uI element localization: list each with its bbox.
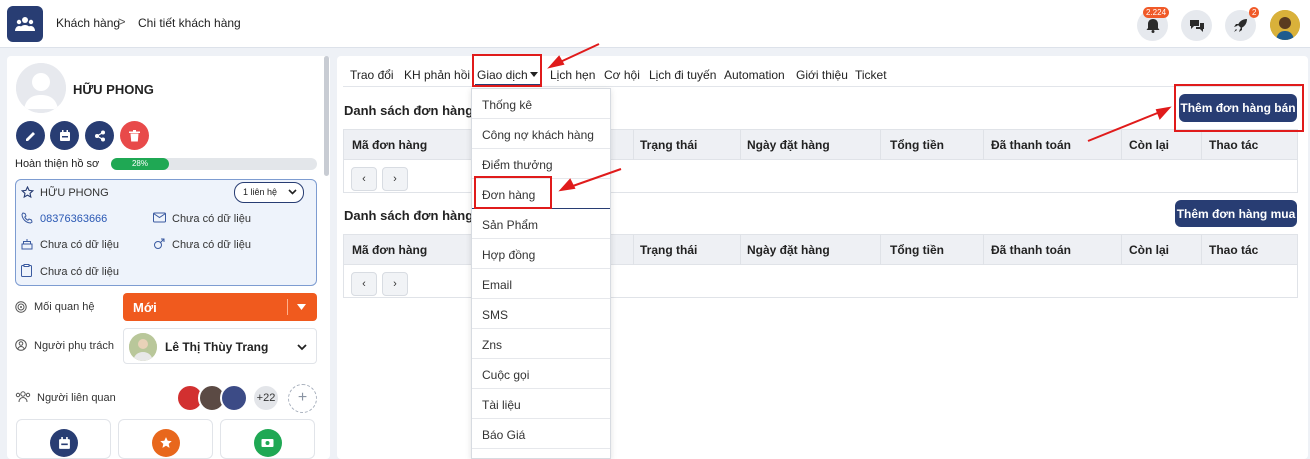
annotation-arrows: [547, 43, 1172, 192]
arrow-icon: [547, 43, 1172, 192]
